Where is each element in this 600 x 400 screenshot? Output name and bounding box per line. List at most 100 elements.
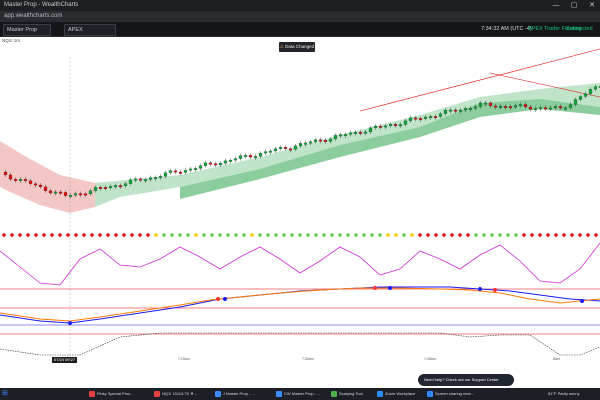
candle	[178, 171, 183, 174]
signal-dot	[562, 233, 566, 237]
candle	[398, 124, 403, 127]
candle	[303, 142, 308, 145]
time-label: 7:15am	[178, 357, 190, 361]
signal-dot	[82, 233, 86, 237]
layout-selector[interactable]: Master Prop	[3, 24, 51, 36]
candle	[48, 190, 53, 194]
time-label: 7:30am	[302, 357, 314, 361]
candle	[553, 106, 558, 109]
candle	[508, 106, 513, 109]
chart-area[interactable]: NQ1! 1m 07/24 09:27 7:15am 7:30am 7:45am…	[0, 37, 600, 363]
url-text[interactable]: app.wealthcharts.com	[4, 12, 264, 21]
signal-dot	[450, 233, 454, 237]
signal-dot	[122, 233, 126, 237]
candle	[208, 162, 213, 165]
candle	[358, 131, 363, 134]
candle	[533, 108, 538, 111]
lower-oscillator	[0, 332, 600, 356]
candle	[368, 127, 373, 133]
signal-dot	[434, 233, 438, 237]
signal-dot	[194, 233, 198, 237]
taskbar-item[interactable]: J Master Prop - ...	[214, 389, 255, 399]
warning-icon: ⚠	[279, 44, 284, 49]
taskbar-item[interactable]: NQ1! 15113.75 ▼...	[153, 389, 197, 399]
start-button[interactable]: ⊞	[2, 389, 12, 399]
maximize-button[interactable]: ▢	[566, 0, 582, 11]
signal-dot	[466, 233, 470, 237]
taskbar-item[interactable]: Scalping Tool	[330, 389, 363, 399]
candle	[383, 125, 388, 128]
signal-dot	[426, 233, 430, 237]
candle	[108, 186, 113, 189]
candle	[528, 106, 533, 110]
candle	[3, 171, 8, 176]
signal-dot	[538, 233, 542, 237]
candle	[153, 177, 158, 179]
signal-dot	[250, 233, 254, 237]
candle	[183, 170, 188, 173]
signal-dot	[322, 233, 326, 237]
help-bubble[interactable]: Need help? Check out our Support Center	[418, 374, 514, 386]
candle	[103, 187, 108, 189]
candle	[503, 106, 508, 108]
signal-dot	[458, 233, 462, 237]
close-button[interactable]: ✕	[584, 0, 600, 11]
signal-dot	[282, 233, 286, 237]
taskbar-item[interactable]: Screen sharing mee...	[426, 389, 474, 399]
candle	[403, 120, 408, 125]
oscillator-line	[0, 242, 600, 286]
signal-dot	[34, 233, 38, 237]
signal-dot	[370, 233, 374, 237]
data-changed-notice[interactable]: ⚠ Data Changed	[279, 42, 315, 52]
candle	[373, 125, 378, 128]
signal-dot	[346, 233, 350, 237]
candle	[488, 102, 493, 106]
candle	[38, 184, 43, 187]
candle	[123, 183, 128, 186]
candle	[378, 125, 383, 128]
candle	[228, 160, 233, 162]
candle	[128, 179, 133, 184]
taskbar-item[interactable]: CW Master Prop - ...	[275, 389, 320, 399]
signal-dot	[314, 233, 318, 237]
signal-dot	[386, 233, 390, 237]
candle	[53, 191, 58, 194]
account-selector[interactable]: APEX SMB4432M	[64, 24, 116, 43]
signal-dot	[354, 233, 358, 237]
candle	[428, 116, 433, 119]
time-label: 7:45am	[424, 357, 436, 361]
candle	[168, 170, 173, 173]
taskbar-item[interactable]: Zoom Workplace	[376, 389, 415, 399]
signal-dot	[42, 233, 46, 237]
candle	[93, 187, 98, 191]
signal-dot	[474, 233, 478, 237]
signal-dot	[402, 233, 406, 237]
signal-dot	[50, 233, 54, 237]
candle	[413, 117, 418, 120]
candle	[323, 140, 328, 142]
signal-dot	[18, 233, 22, 237]
candle	[133, 178, 138, 181]
green-cloud-band	[180, 99, 600, 199]
signal-dot	[170, 233, 174, 237]
candle	[513, 105, 518, 108]
browser-address-bar: app.wealthcharts.com	[0, 11, 600, 22]
taskbar-item[interactable]: Pinky Special Proc...	[88, 389, 134, 399]
candle	[98, 187, 103, 189]
signal-dot	[290, 233, 294, 237]
candle	[218, 163, 223, 166]
candle	[348, 132, 353, 135]
price-chart-svg[interactable]	[0, 37, 600, 363]
window-titlebar: Master Prop - WealthCharts — ▢ ✕	[0, 0, 600, 11]
candle	[33, 183, 38, 186]
signal-dot	[338, 233, 342, 237]
weather-widget[interactable]: 81°F Partly sunny	[548, 389, 580, 399]
candle	[23, 179, 28, 181]
minimize-button[interactable]: —	[548, 0, 564, 11]
signal-dot	[98, 233, 102, 237]
candle	[418, 118, 423, 120]
candle	[13, 179, 18, 181]
candle	[88, 190, 93, 195]
candle	[298, 143, 303, 147]
signal-dot	[514, 233, 518, 237]
